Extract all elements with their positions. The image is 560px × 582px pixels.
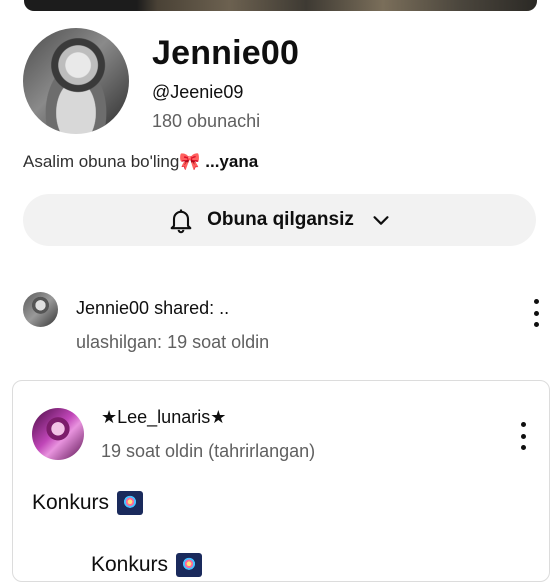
bell-icon: [170, 209, 192, 234]
original-post-card[interactable]: ★Lee_lunaris★ 19 soat oldin (tahrirlanga…: [12, 380, 550, 582]
post-author-avatar[interactable]: [32, 408, 84, 460]
post-text-continued: Konkurs: [91, 553, 203, 577]
post-text-continued-label: Konkurs: [91, 553, 169, 576]
subscriber-count: 180 obunachi: [152, 111, 261, 131]
channel-handle: @Jeenie09: [152, 82, 244, 102]
chevron-down-icon: [373, 216, 389, 225]
channel-banner: [24, 0, 537, 11]
post-time: 19 soat oldin (tahrirlangan): [101, 441, 316, 461]
shared-post-title: Jennie00 shared: ..: [76, 298, 230, 318]
subscribed-button-label: Obuna qilgansiz: [207, 209, 354, 230]
shared-post-avatar[interactable]: [23, 292, 58, 327]
ribbon-emoji: 🎀: [179, 152, 201, 171]
channel-name: Jennie00: [152, 34, 300, 72]
post-more-options-icon[interactable]: [519, 422, 527, 450]
more-options-icon[interactable]: [532, 299, 540, 327]
post-author-name[interactable]: ★Lee_lunaris★: [101, 407, 226, 428]
channel-avatar[interactable]: [23, 28, 129, 134]
shared-post-time: ulashilgan: 19 soat oldin: [76, 332, 270, 352]
fireworks-icon: [176, 553, 203, 577]
description-more-link[interactable]: ...yana: [205, 152, 258, 171]
channel-description[interactable]: Asalim obuna bo'ling🎀 ...yana: [23, 152, 258, 172]
post-text: Konkurs: [32, 491, 144, 515]
fireworks-icon: [117, 491, 144, 515]
description-text: Asalim obuna bo'ling: [23, 152, 180, 171]
shared-post-header: Jennie00 shared: .. ulashilgan: 19 soat …: [23, 292, 553, 362]
subscribed-button[interactable]: Obuna qilgansiz: [23, 194, 536, 246]
post-text-label: Konkurs: [32, 491, 110, 514]
